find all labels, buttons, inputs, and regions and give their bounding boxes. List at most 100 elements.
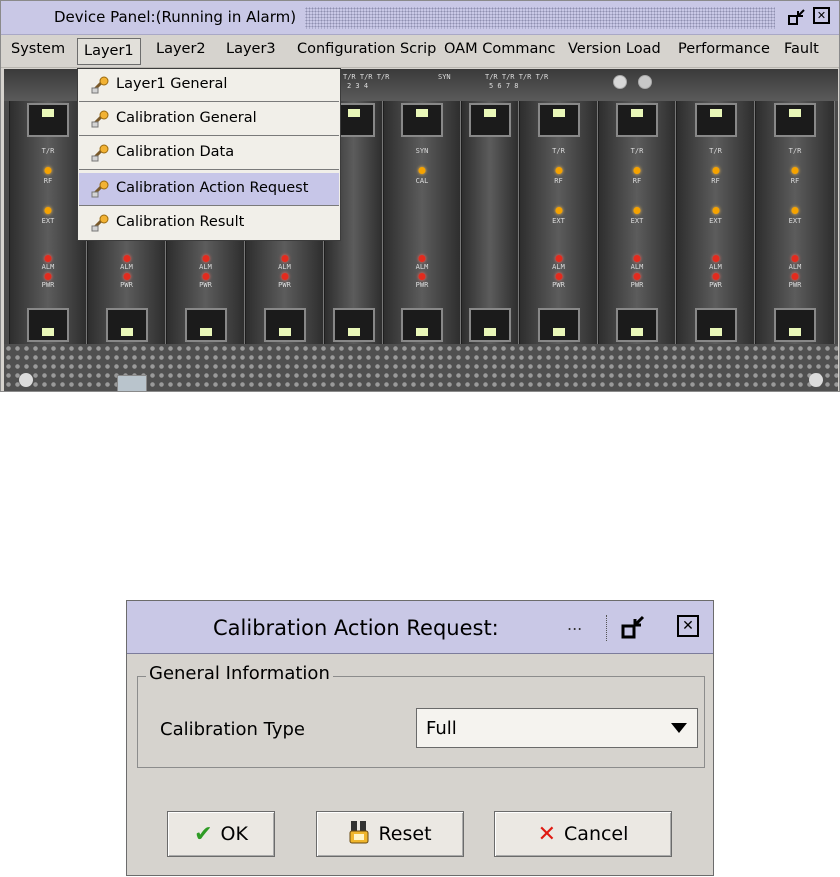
led-label: CAL (415, 177, 429, 185)
alarm-led (418, 255, 426, 262)
slot-label: T/R (552, 147, 565, 155)
menu-item-calibration-action-request[interactable]: Calibration Action Request (79, 173, 339, 206)
status-led (791, 167, 799, 174)
status-led (633, 167, 641, 174)
card-slot[interactable] (461, 101, 519, 344)
led-label: EXT (630, 217, 644, 225)
led-label: ALM (788, 263, 802, 271)
ground-icon (638, 75, 652, 89)
menu-layer1[interactable]: Layer1 (77, 38, 141, 65)
wrench-icon (91, 214, 111, 232)
restore-icon[interactable] (787, 7, 807, 27)
dialog-title: Calibration Action Request: (213, 616, 499, 640)
led-label: RF (554, 177, 563, 185)
cancel-label: Cancel (564, 823, 629, 845)
menu-system[interactable]: System (11, 41, 65, 57)
card-slot[interactable]: T/R RF EXT ALM PWR (9, 101, 87, 344)
menu-item-calibration-general[interactable]: Calibration General (79, 103, 339, 136)
card-latch (537, 103, 580, 137)
power-led (123, 273, 130, 280)
cancel-x-icon: ✕ (537, 821, 557, 847)
menu-item-label: Calibration General (116, 110, 257, 126)
chassis-top-label: T/R T/R T/R (343, 73, 390, 81)
slot-label: SYN (415, 147, 429, 155)
calibration-action-request-dialog: Calibration Action Request: ... ✕ Genera… (126, 600, 714, 876)
card-slot[interactable]: SYN CAL ALM PWR (383, 101, 461, 344)
latch-indicator (120, 328, 133, 336)
wrench-icon (91, 76, 111, 94)
close-icon[interactable]: ✕ (813, 7, 830, 24)
card-slot[interactable]: T/R RF EXT ALM PWR (676, 101, 755, 344)
power-led (712, 273, 719, 280)
slot-label: T/R (41, 147, 55, 155)
chevron-down-icon[interactable] (671, 723, 687, 733)
device-panel-title: Device Panel:(Running in Alarm) (54, 8, 297, 26)
led-label: PWR (788, 281, 802, 289)
menu-fault[interactable]: Fault (784, 41, 819, 57)
calibration-type-select[interactable]: Full (416, 708, 698, 748)
calibration-type-value: Full (426, 718, 457, 739)
menu-item-label: Layer1 General (116, 76, 228, 92)
menu-item-label: Calibration Action Request (116, 180, 309, 196)
device-panel-titlebar[interactable]: Device Panel:(Running in Alarm) ✕ (1, 1, 839, 35)
power-led (633, 273, 641, 280)
card-slot[interactable]: T/R RF EXT ALM PWR (519, 101, 598, 344)
dialog-titlebar[interactable]: Calibration Action Request: ... ✕ (127, 601, 713, 654)
card-slot[interactable]: T/R RF EXT ALM PWR (598, 101, 676, 344)
menu-layer3[interactable]: Layer3 (226, 41, 276, 57)
led-label: RF (632, 177, 642, 185)
menu-performance[interactable]: Performance (678, 41, 770, 57)
ok-button[interactable]: ✔ OK (167, 811, 275, 857)
latch-indicator (347, 109, 360, 117)
chassis-top-label: 2 3 4 (347, 82, 369, 90)
chassis-top-label: SYN (438, 73, 451, 81)
latch-indicator (42, 109, 54, 117)
fan-tray-screw (809, 373, 823, 387)
menu-item-layer1-general[interactable]: Layer1 General (79, 69, 339, 102)
alarm-led (633, 255, 641, 262)
alarm-led (202, 255, 209, 262)
menu-configuration-script[interactable]: Configuration Scrip (297, 41, 439, 57)
wrench-icon (91, 180, 111, 198)
power-led (791, 273, 799, 280)
led-label: ALM (552, 263, 565, 271)
menu-layer2[interactable]: Layer2 (156, 41, 206, 57)
latch-indicator (347, 328, 360, 336)
menu-version-load[interactable]: Version Load (568, 41, 661, 57)
port-icon (613, 75, 627, 89)
latch-indicator (484, 328, 496, 336)
card-slot[interactable]: T/R RF EXT ALM PWR (755, 101, 835, 344)
card-latch (184, 308, 227, 342)
cancel-button[interactable]: ✕ Cancel (494, 811, 672, 857)
reset-button[interactable]: Reset (316, 811, 464, 857)
alarm-led (44, 255, 52, 262)
menu-oam-command[interactable]: OAM Commanc (444, 41, 565, 57)
restore-icon[interactable] (621, 615, 647, 639)
card-latch (263, 308, 306, 342)
reset-label: Reset (378, 823, 432, 845)
led-label: EXT (41, 217, 55, 225)
wrench-icon (91, 144, 111, 162)
led-label: ALM (120, 263, 133, 271)
status-led (44, 207, 52, 214)
latch-indicator (789, 328, 801, 336)
card-latch (694, 103, 737, 137)
latch-indicator (552, 109, 565, 117)
menu-item-label: Calibration Data (116, 144, 235, 160)
menu-item-calibration-data[interactable]: Calibration Data (79, 137, 339, 170)
latch-indicator (709, 328, 722, 336)
led-label: PWR (120, 281, 133, 289)
menu-item-calibration-result[interactable]: Calibration Result (79, 207, 339, 240)
device-panel-window: Device Panel:(Running in Alarm) ✕ System… (0, 0, 840, 392)
close-icon[interactable]: ✕ (677, 615, 699, 637)
led-label: PWR (552, 281, 565, 289)
chassis-top-label: T/R T/R T/R T/R (485, 73, 549, 81)
slot-label: T/R (709, 147, 722, 155)
slot-label: T/R (630, 147, 644, 155)
led-label: PWR (415, 281, 429, 289)
titlebar-grip (305, 7, 775, 29)
ok-label: OK (220, 823, 248, 845)
alarm-led (791, 255, 799, 262)
card-latch (401, 103, 443, 137)
alarm-led (281, 255, 288, 262)
